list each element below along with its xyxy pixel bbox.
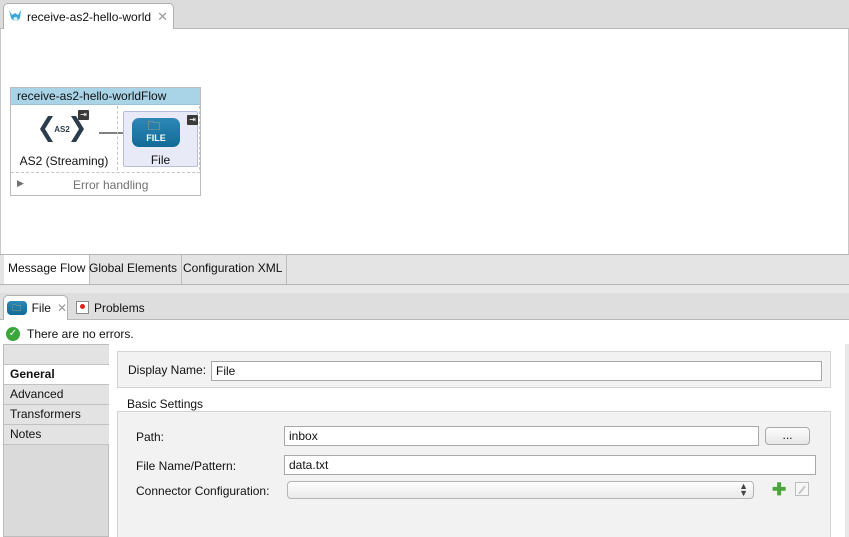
problems-icon <box>76 301 89 314</box>
error-handling-label: Error handling <box>73 178 149 192</box>
file-connector-icon: 🗀 FILE <box>132 118 180 147</box>
editor-view-tabs: Message Flow Global Elements Configurati… <box>0 254 849 285</box>
properties-tab-bar: 🗀 File ✕ Problems <box>0 293 849 320</box>
display-name-input[interactable] <box>211 361 822 381</box>
tab-problems[interactable]: Problems <box>76 295 145 320</box>
svg-text:AS2: AS2 <box>54 125 70 134</box>
select-arrows-icon: ▲ ▼ <box>739 481 748 498</box>
flow-source-area: AS2 ⇥ AS2 (Streaming) <box>11 106 116 170</box>
nav-item-notes[interactable]: Notes <box>4 425 109 445</box>
properties-side-nav: General Advanced Transformers Notes <box>3 344 109 537</box>
file-name-pattern-label: File Name/Pattern: <box>136 459 237 473</box>
connector-configuration-label: Connector Configuration: <box>136 484 270 498</box>
folder-icon: 🗀 <box>148 119 161 133</box>
error-handling-section[interactable]: ▶ Error handling <box>11 172 200 195</box>
tab-message-flow[interactable]: Message Flow <box>4 255 91 284</box>
tab-configuration-xml[interactable]: Configuration XML <box>179 255 288 284</box>
basic-settings-title: Basic Settings <box>127 397 204 411</box>
processor-label: File <box>150 153 171 167</box>
source-badge-icon: ⇥ <box>78 110 89 120</box>
tab-file-properties[interactable]: 🗀 File ✕ <box>3 295 68 320</box>
edit-icon[interactable] <box>795 482 809 496</box>
close-icon[interactable]: ✕ <box>157 9 168 25</box>
flow-title[interactable]: receive-as2-hello-worldFlow <box>11 88 200 105</box>
expand-triangle-icon[interactable]: ▶ <box>17 178 24 189</box>
editor-tab-label: receive-as2-hello-world <box>27 10 152 24</box>
close-icon[interactable]: ✕ <box>57 301 67 315</box>
file-processor-node[interactable]: 🗀 FILE ⇥ File <box>123 111 198 167</box>
nav-item-advanced[interactable]: Advanced <box>4 385 109 405</box>
flow-process-area: 🗀 FILE ⇥ File <box>117 106 200 170</box>
flow-container[interactable]: receive-as2-hello-worldFlow AS2 ⇥ AS2 (S… <box>10 87 201 196</box>
file-tab-label: File <box>31 301 51 315</box>
side-nav-spacer <box>4 345 109 365</box>
path-input[interactable] <box>284 426 759 446</box>
validation-status: ✓ There are no errors. <box>6 326 134 341</box>
display-name-label: Display Name: <box>128 363 207 377</box>
display-name-group: Display Name: <box>117 351 831 388</box>
basic-settings-group: Path: File Name/Pattern: Connector Confi… <box>117 411 831 537</box>
nav-item-transformers[interactable]: Transformers <box>4 405 109 425</box>
file-name-pattern-input[interactable] <box>284 455 816 475</box>
source-label: AS2 (Streaming) <box>19 154 109 168</box>
connector-configuration-select[interactable]: ▲ ▼ <box>287 481 754 499</box>
tab-global-elements[interactable]: Global Elements <box>85 255 183 284</box>
file-icon-text: FILE <box>146 133 166 143</box>
status-text: There are no errors. <box>27 326 134 341</box>
path-label: Path: <box>136 430 165 444</box>
nav-item-general[interactable]: General <box>4 365 109 385</box>
add-icon[interactable]: ✚ <box>772 481 786 498</box>
file-tab-icon: 🗀 <box>7 301 27 315</box>
processor-badge-icon: ⇥ <box>187 115 198 125</box>
problems-tab-label: Problems <box>94 300 145 315</box>
check-icon: ✓ <box>6 326 20 341</box>
editor-tab-bar: receive-as2-hello-world ✕ <box>0 0 849 30</box>
panel-edge <box>845 344 849 537</box>
editor-tab[interactable]: receive-as2-hello-world ✕ <box>3 3 174 30</box>
browse-button[interactable]: ... <box>765 427 810 445</box>
mule-logo-icon <box>9 10 21 21</box>
